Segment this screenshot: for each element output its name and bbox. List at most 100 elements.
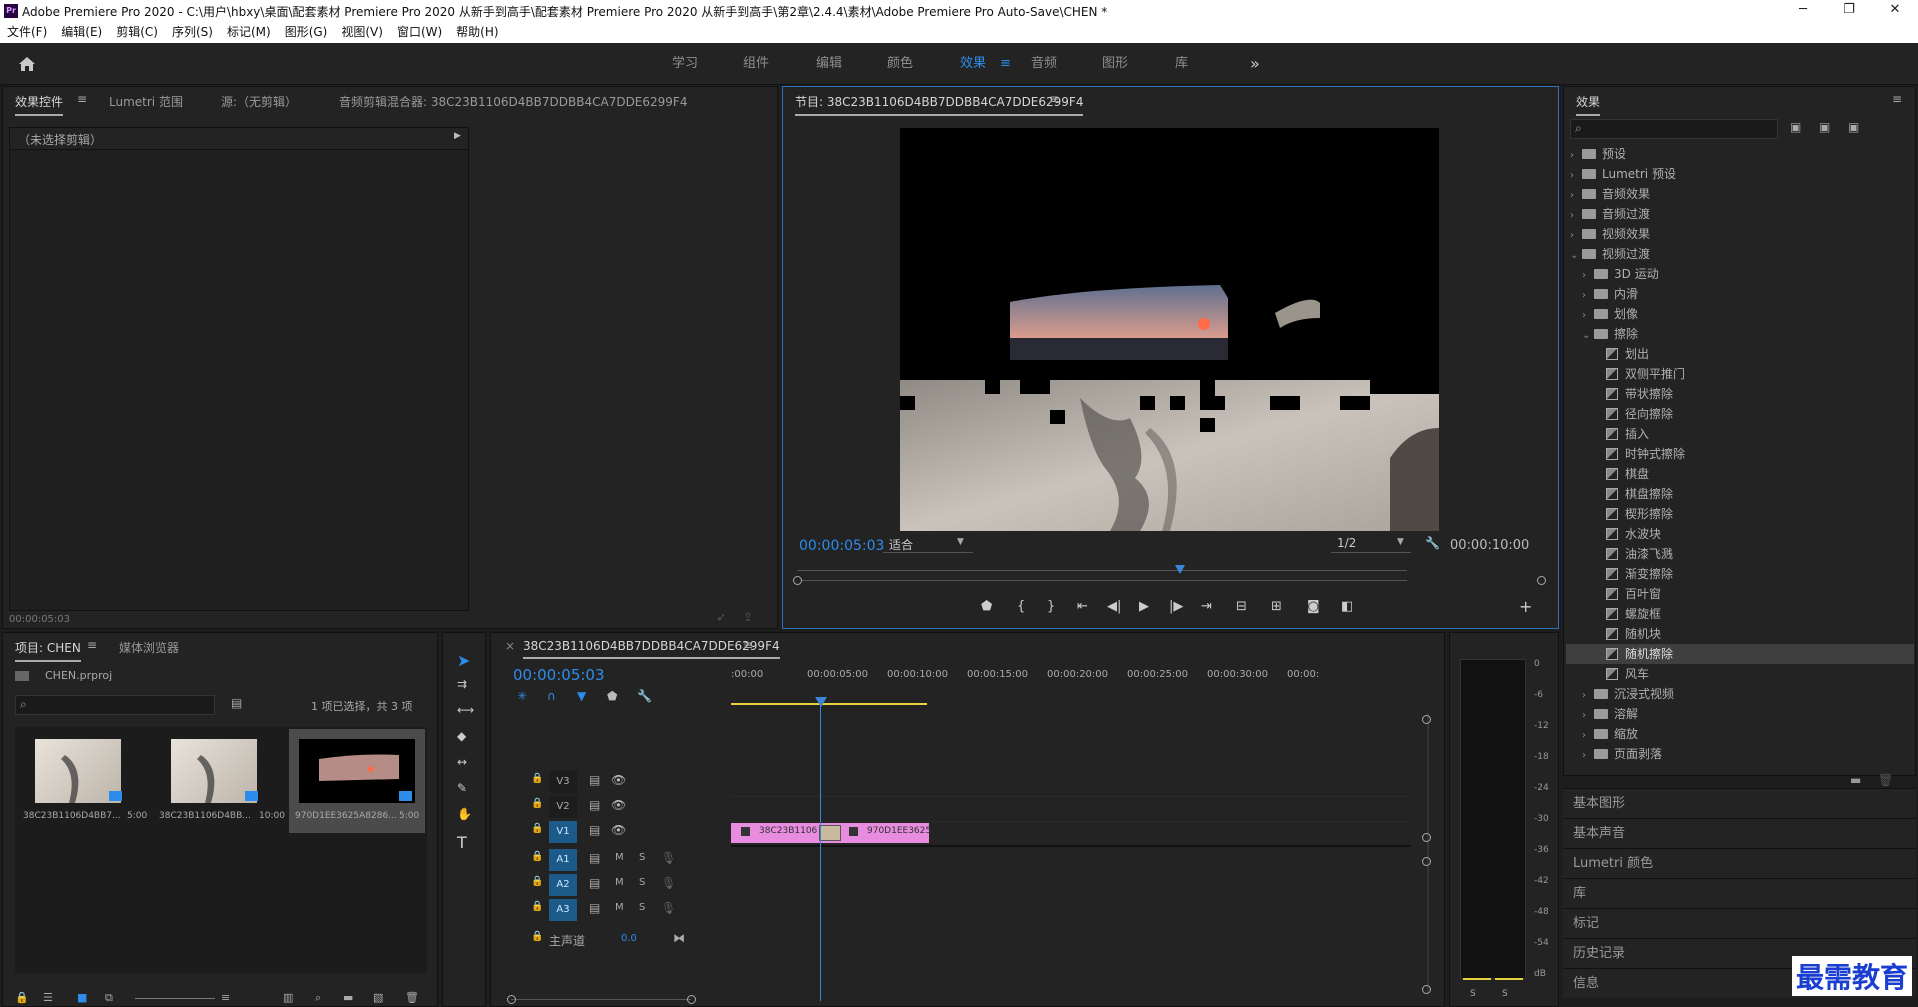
mute-button[interactable]: M	[615, 852, 624, 863]
project-item[interactable]: 38C23B1106D4BB7... 5:00	[17, 729, 149, 833]
pen-tool-icon[interactable]: ✎	[457, 781, 467, 795]
find-bin-icon[interactable]: ▤	[231, 696, 242, 710]
chevron-down-icon[interactable]: ⌄	[1582, 326, 1594, 346]
go-to-end-icon[interactable]: ⧓	[673, 931, 685, 945]
lock-icon[interactable]: 🔒	[15, 991, 29, 1004]
microphone-icon[interactable]: 🎙	[661, 876, 676, 890]
marker-icon[interactable]: ⬟	[607, 689, 617, 703]
chevron-right-icon[interactable]: ›	[1582, 726, 1594, 746]
zoom-handle-right[interactable]	[1537, 576, 1546, 585]
list-view-icon[interactable]: ☰	[43, 991, 53, 1004]
sort-icon[interactable]: ≡	[221, 991, 230, 1004]
effect-item[interactable]: 楔形擦除	[1566, 504, 1914, 524]
extract-icon[interactable]: ⊞	[1271, 599, 1282, 614]
automate-icon[interactable]: ▥	[283, 991, 293, 1004]
snap-icon[interactable]: ✳	[517, 689, 527, 703]
menu-window[interactable]: 窗口(W)	[390, 22, 449, 43]
new-bin-icon[interactable]: ▬	[343, 991, 353, 1004]
sync-lock-icon[interactable]: ▤	[589, 851, 600, 865]
chevron-right-icon[interactable]: ›	[1570, 186, 1582, 206]
track-target-toggle[interactable]: A1	[549, 849, 577, 871]
effect-item[interactable]: 划出	[1566, 344, 1914, 364]
sync-lock-icon[interactable]: ▤	[589, 876, 600, 890]
track-target-toggle[interactable]: A3	[549, 899, 577, 921]
track-lock-icon[interactable]: 🔒	[531, 798, 543, 809]
chevron-right-icon[interactable]: ›	[1582, 686, 1594, 706]
work-area-bar[interactable]	[731, 703, 927, 705]
effect-item[interactable]: 风车	[1566, 664, 1914, 684]
solo-button[interactable]: S	[639, 877, 645, 888]
track-lock-icon[interactable]: 🔒	[531, 773, 543, 784]
timeline-playhead[interactable]	[815, 697, 827, 707]
add-button-icon[interactable]: +	[1519, 597, 1532, 616]
program-menu-icon[interactable]: ≡	[1049, 92, 1059, 106]
workspace-editing[interactable]: 编辑	[816, 43, 842, 85]
effect-folder[interactable]: › Lumetri 预设	[1566, 164, 1914, 184]
menu-help[interactable]: 帮助(H)	[449, 22, 505, 43]
close-tab-icon[interactable]: ×	[505, 639, 515, 653]
section-libraries[interactable]: 库	[1563, 878, 1916, 908]
add-marker-timeline-icon[interactable]: ▼	[577, 689, 586, 703]
scroll-handle[interactable]	[1422, 857, 1431, 866]
track-target-toggle[interactable]: V2	[549, 796, 577, 818]
menu-edit[interactable]: 编辑(E)	[54, 22, 109, 43]
eye-icon[interactable]: 👁	[611, 823, 626, 837]
new-bin-icon[interactable]: ▬	[1850, 773, 1861, 787]
chevron-right-icon[interactable]: ›	[1582, 746, 1594, 766]
horizontal-scrollbar[interactable]	[511, 999, 691, 1000]
workspace-libraries[interactable]: 库	[1175, 43, 1188, 85]
effect-item[interactable]: 水波块	[1566, 524, 1914, 544]
track-target-toggle[interactable]: A2	[549, 874, 577, 896]
effect-folder[interactable]: › 内滑	[1566, 284, 1914, 304]
vertical-scrollbar[interactable]	[1427, 713, 1429, 993]
effect-item[interactable]: 双侧平推门	[1566, 364, 1914, 384]
chevron-right-icon[interactable]: ›	[1582, 306, 1594, 326]
effect-folder[interactable]: › 溶解	[1566, 704, 1914, 724]
timeline-clip-v1[interactable]: 38C23B1106 970D1EE3625	[731, 823, 931, 843]
effect-item[interactable]: 随机擦除	[1566, 644, 1914, 664]
scroll-handle[interactable]	[1422, 715, 1431, 724]
project-menu-icon[interactable]: ≡	[87, 638, 97, 652]
share-icon[interactable]: ⇪	[743, 610, 753, 624]
project-item[interactable]: 38C23B1106D4BB... 10:00	[153, 729, 285, 833]
tab-effect-controls[interactable]: 效果控件	[15, 93, 64, 116]
add-marker-icon[interactable]: ⬟	[981, 599, 992, 614]
solo-button[interactable]: S	[639, 902, 645, 913]
effect-item[interactable]: 随机块	[1566, 624, 1914, 644]
track-target-toggle[interactable]: V3	[549, 771, 577, 793]
effects-menu-icon[interactable]: ≡	[1892, 92, 1902, 106]
clear-icon[interactable]: 🗑	[405, 991, 419, 1004]
solo-button[interactable]: S	[639, 852, 645, 863]
icon-view-icon[interactable]: ■	[77, 991, 87, 1004]
export-frame-icon[interactable]: ➶	[716, 610, 726, 624]
effect-item[interactable]: 插入	[1566, 424, 1914, 444]
razor-tool-icon[interactable]: ◆	[457, 729, 466, 743]
zoom-slider[interactable]	[135, 998, 215, 999]
export-frame-camera-icon[interactable]: ◙	[1307, 599, 1320, 614]
effect-folder[interactable]: › 视频效果	[1566, 224, 1914, 244]
step-back-icon[interactable]: ◀|	[1107, 599, 1121, 614]
play-button-icon[interactable]: ▶	[1139, 599, 1149, 614]
sync-lock-icon[interactable]: ▤	[589, 798, 600, 812]
timeline-ruler[interactable]: :00:00 00:00:05:00 00:00:10:00 00:00:15:00 0…	[731, 661, 1421, 713]
track-lock-icon[interactable]: 🔒	[531, 851, 543, 862]
minimize-button[interactable]: ─	[1780, 0, 1826, 22]
program-current-timecode[interactable]: 00:00:05:03	[799, 538, 884, 554]
menu-clip[interactable]: 剪辑(C)	[109, 22, 165, 43]
menu-graphics[interactable]: 图形(G)	[278, 22, 335, 43]
chevron-down-icon[interactable]: ⌄	[1570, 246, 1582, 266]
tab-source[interactable]: 源:（无剪辑）	[221, 93, 297, 110]
timeline-current-timecode[interactable]: 00:00:05:03	[513, 666, 605, 684]
workspace-learning[interactable]: 学习	[672, 43, 698, 85]
go-to-out-icon[interactable]: ⇥	[1201, 599, 1212, 614]
selection-tool-icon[interactable]: ➤	[457, 651, 470, 670]
freeform-view-icon[interactable]: ⧉	[105, 991, 113, 1005]
effect-item[interactable]: 螺旋框	[1566, 604, 1914, 624]
timeline-tab[interactable]: 38C23B1106D4BB7DDBB4CA7DDE6299F4	[523, 639, 780, 659]
chevron-right-icon[interactable]: ›	[1582, 706, 1594, 726]
chevron-right-icon[interactable]: ›	[1570, 166, 1582, 186]
effect-folder[interactable]: › 缩放	[1566, 724, 1914, 744]
track-lock-icon[interactable]: 🔒	[531, 901, 543, 912]
microphone-icon[interactable]: 🎙	[661, 851, 676, 865]
track-lock-icon[interactable]: 🔒	[531, 931, 543, 942]
